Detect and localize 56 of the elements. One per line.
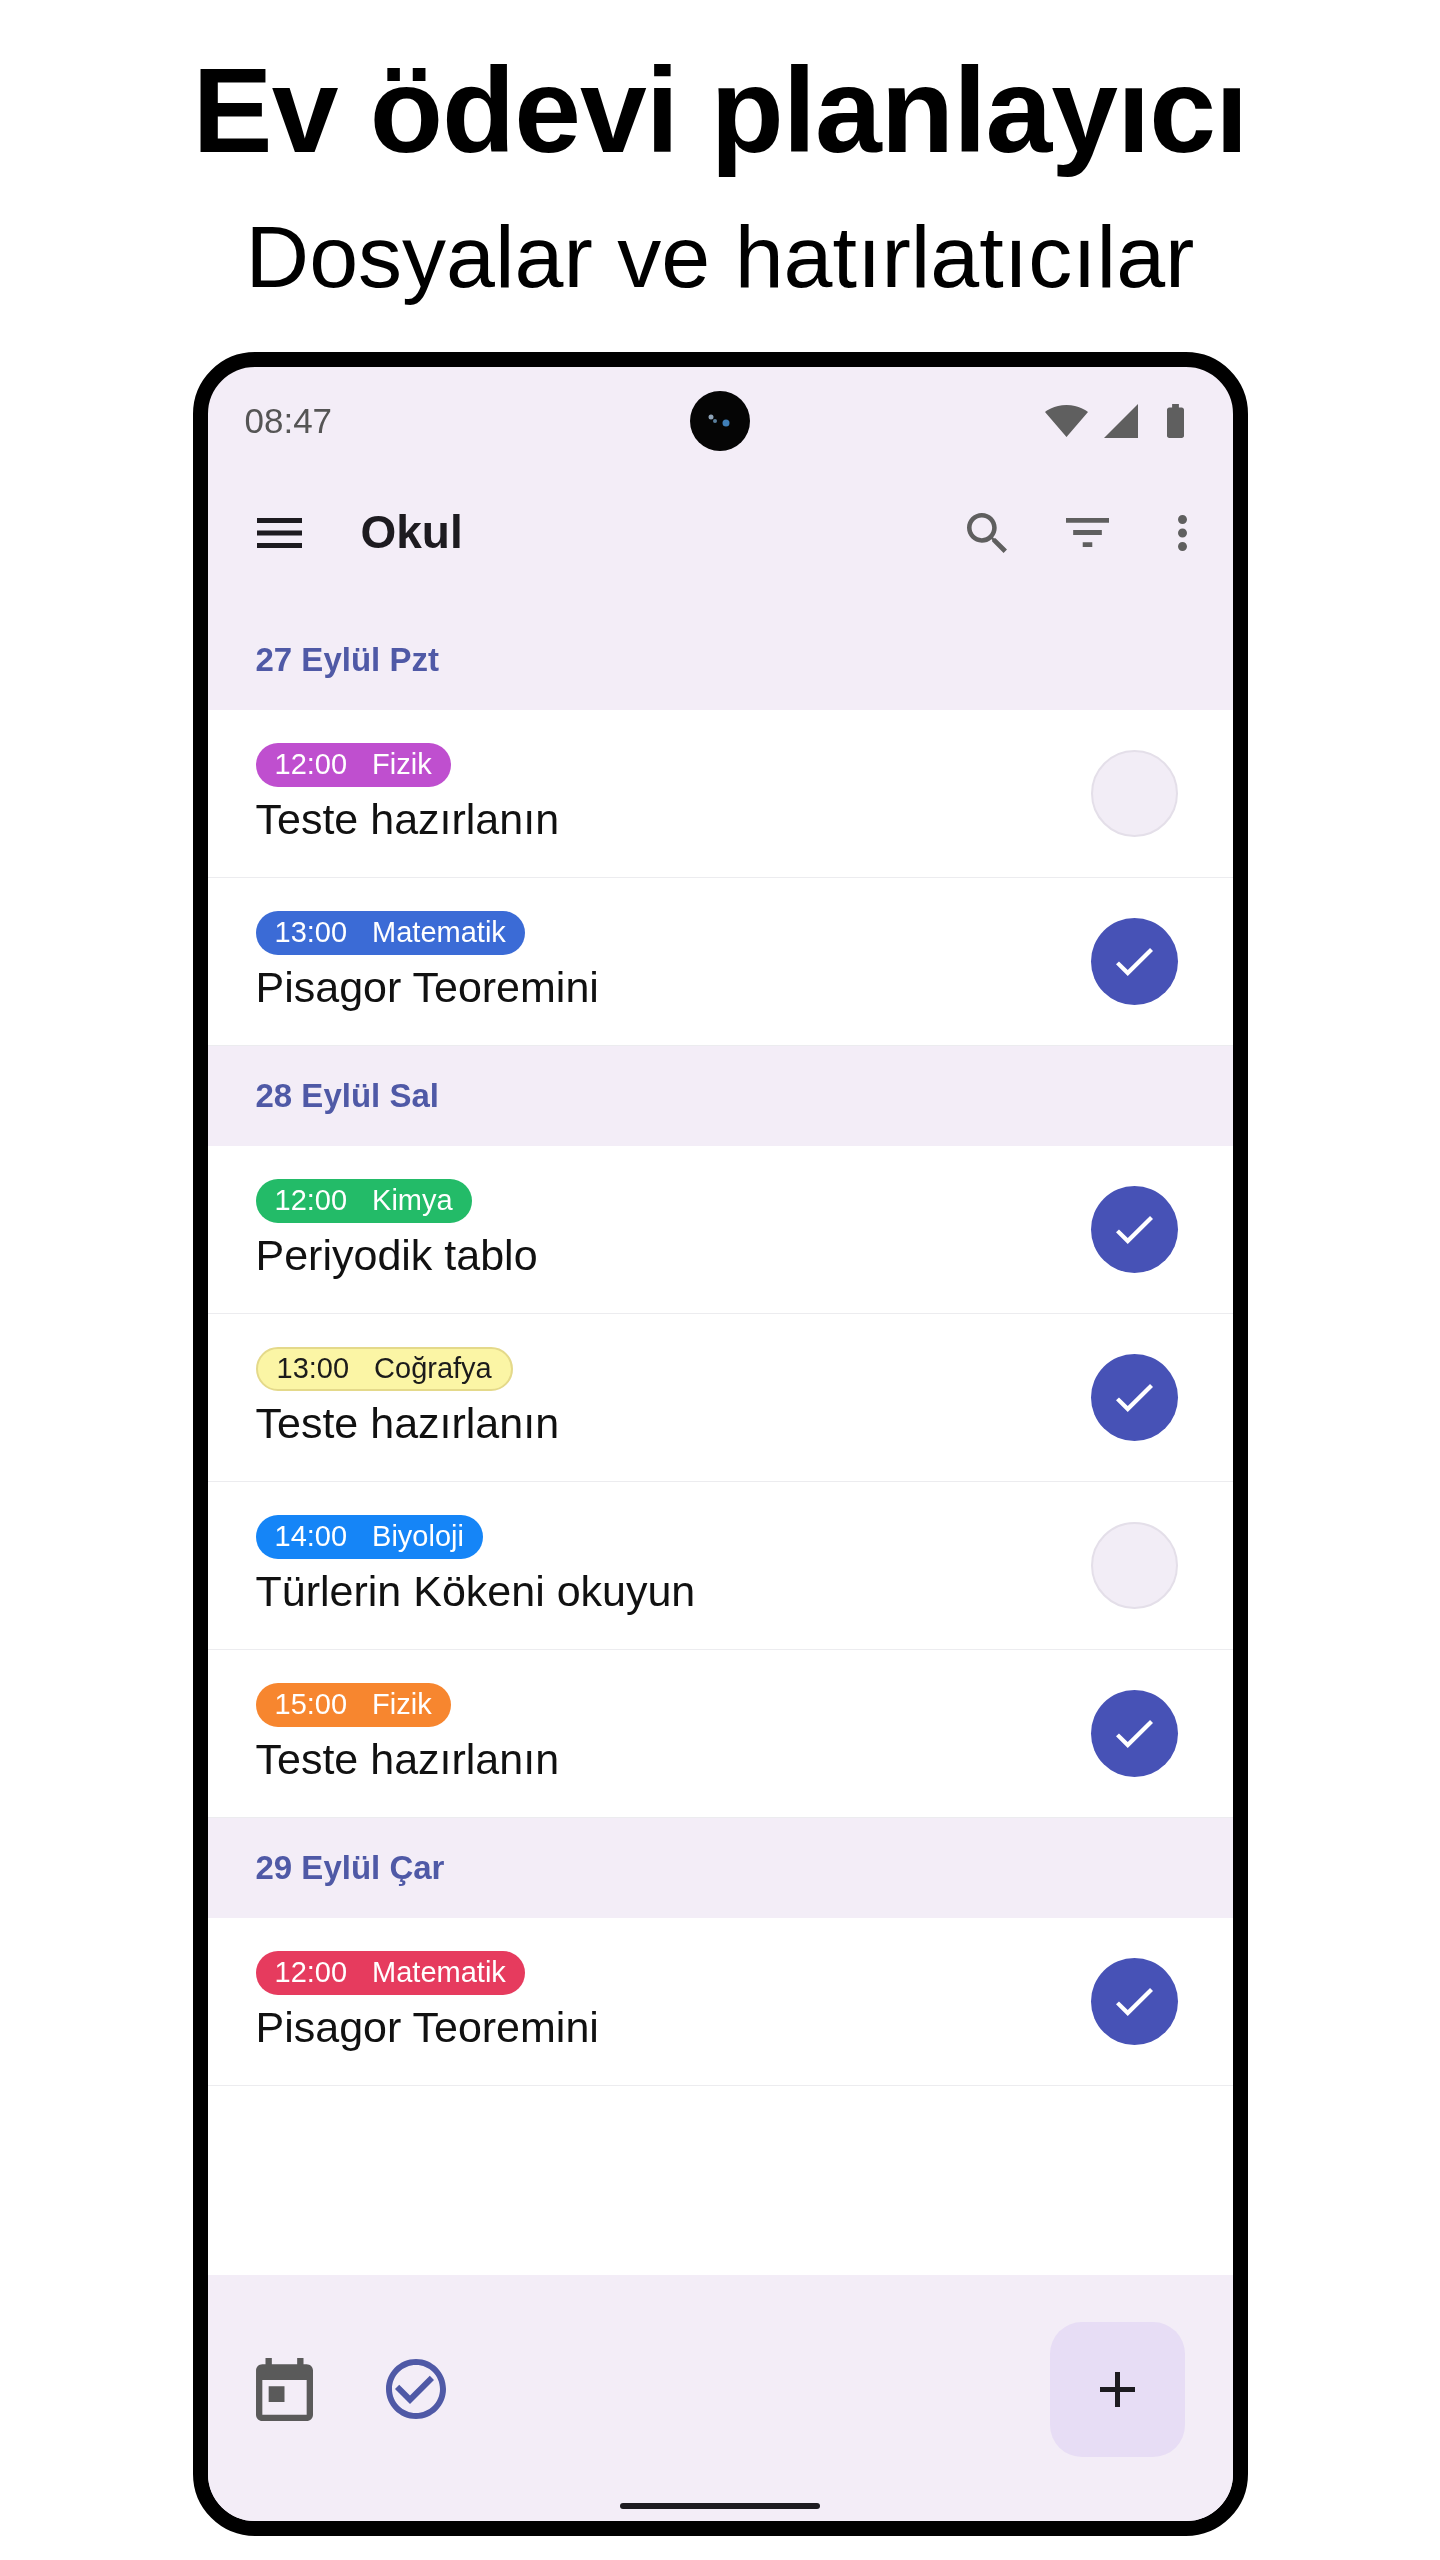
task-row[interactable]: 15:00 Fizik Teste hazırlanın: [207, 1650, 1233, 1818]
task-row[interactable]: 14:00 Biyoloji Türlerin Kökeni okuyun: [207, 1482, 1233, 1650]
task-title: Teste hazırlanın: [255, 1397, 560, 1449]
check-icon: [1115, 947, 1153, 976]
check-icon: [1115, 1719, 1153, 1748]
tag-time: 12:00: [274, 750, 348, 779]
tag-subject: Biyoloji: [372, 1522, 464, 1551]
plus-icon: [1099, 2371, 1135, 2407]
tag-subject: Kimya: [372, 1186, 453, 1215]
more-options-button[interactable]: [1177, 514, 1187, 551]
tag-time: 13:00: [274, 918, 348, 947]
calendar-icon: [255, 2357, 313, 2421]
tag-time: 15:00: [274, 1690, 348, 1719]
page-subtitle: Dosyalar ve hatırlatıcılar: [245, 206, 1195, 307]
task-row[interactable]: 12:00 Kimya Periyodik tablo: [207, 1146, 1233, 1314]
filter-icon: [1065, 518, 1109, 547]
calendar-button[interactable]: [255, 2357, 313, 2421]
app-title: Okul: [360, 505, 463, 560]
date-header: 29 Eylül Çar: [255, 1848, 445, 1889]
menu-button[interactable]: [256, 517, 302, 548]
task-title: Pisagor Teoremini: [255, 961, 599, 1013]
task-row[interactable]: 12:00 Fizik Teste hazırlanın: [207, 710, 1233, 878]
check-icon: [1115, 1383, 1153, 1412]
tag-subject: Fizik: [372, 1690, 432, 1719]
search-button[interactable]: [966, 512, 1007, 553]
wifi-icon: [1045, 405, 1089, 437]
tag-time: 13:00: [276, 1354, 350, 1383]
tag-time: 12:00: [274, 1186, 348, 1215]
task-title: Türlerin Kökeni okuyun: [255, 1565, 696, 1617]
status-time: 08:47: [243, 399, 333, 442]
task-row[interactable]: 13:00 Matematik Pisagor Teoremini: [207, 878, 1233, 1046]
check-icon: [1115, 1215, 1153, 1244]
task-row[interactable]: 12:00 Matematik Pisagor Teoremini: [207, 1918, 1233, 2086]
date-header: 27 Eylül Pzt: [255, 640, 439, 681]
menu-icon: [256, 517, 302, 548]
task-title: Teste hazırlanın: [255, 793, 560, 845]
check-icon: [1115, 1987, 1153, 2016]
task-title: Periyodik tablo: [255, 1229, 538, 1281]
tag-subject: Matematik: [372, 1958, 506, 1987]
tag-subject: Fizik: [372, 750, 432, 779]
page-title: Ev ödevi planlayıcı: [192, 42, 1248, 179]
task-row[interactable]: 13:00 Coğrafya Teste hazırlanın: [207, 1314, 1233, 1482]
search-icon: [966, 512, 1007, 553]
tasks-button[interactable]: [385, 2359, 446, 2419]
tag-subject: Matematik: [372, 918, 506, 947]
task-title: Teste hazırlanın: [255, 1733, 560, 1785]
date-header: 28 Eylül Sal: [255, 1076, 439, 1117]
battery-icon: [1167, 404, 1185, 438]
front-camera-icon: [690, 391, 750, 451]
filter-button[interactable]: [1065, 518, 1109, 547]
signal-icon: [1104, 404, 1139, 438]
tag-subject: Coğrafya: [374, 1354, 492, 1383]
more-options-icon: [1177, 514, 1187, 551]
task-title: Pisagor Teoremini: [255, 2001, 599, 2053]
tag-time: 14:00: [274, 1522, 348, 1551]
tag-time: 12:00: [274, 1958, 348, 1987]
